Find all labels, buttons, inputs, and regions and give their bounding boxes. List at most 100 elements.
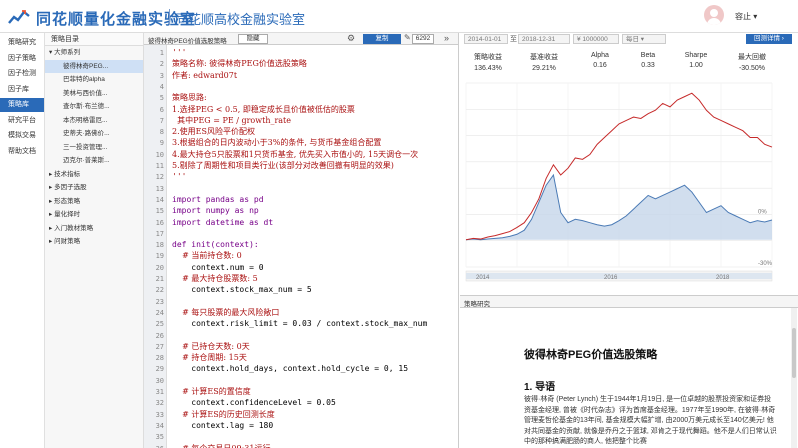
tree-item[interactable]: 彼得林奇PEG... <box>45 59 143 73</box>
x-tick-label: 2014 <box>476 275 490 281</box>
metric: 策略收益 136.43% <box>463 52 513 72</box>
expand-arrow-icon[interactable]: » <box>444 33 449 43</box>
tree-item[interactable]: ▸ 问财策略 <box>45 235 143 249</box>
scroll-thumb[interactable] <box>792 328 796 378</box>
metric-value: 136.43% <box>474 65 502 72</box>
nav-item[interactable]: 因子检测 <box>0 67 44 81</box>
backtest-detail-button[interactable]: 回测详情 › <box>746 34 792 44</box>
code-text: # 最大持仓股票数: 5 <box>172 274 258 283</box>
tree-item[interactable]: 巴菲特的alpha <box>45 73 143 87</box>
tree-item[interactable]: ▾ 大师系列 <box>45 46 143 60</box>
code-editor-panel: 彼得林奇PEG价值选股策略 隐藏 ⚙ 复制 ✎ 6292 » 1 ''' 2 策略名称… <box>144 33 459 448</box>
research-tabbar: 策略研究 <box>460 296 798 308</box>
nav-item[interactable]: 因子策略 <box>0 52 44 66</box>
tree-item[interactable]: 查尔斯·布兰德... <box>45 100 143 114</box>
code-text: import datetime as dt <box>172 217 274 227</box>
tab-research[interactable]: 策略研究 <box>464 298 490 308</box>
start-date-input[interactable]: 2014-01-01 <box>464 34 508 44</box>
code-text: 策略思路: <box>172 93 207 103</box>
metric: 最大回撤 -30.50% <box>727 52 777 72</box>
code-text: 2.使用ES风险平价配权 <box>172 127 255 137</box>
code-line: 6 1.选择PEG < 0.5, 即稳定成长且价值被低估的股票 <box>144 104 459 115</box>
code-line: 3 作者: edward07t <box>144 70 459 81</box>
metric-label: Alpha <box>591 52 609 59</box>
code-text: def init(context): <box>172 240 259 250</box>
hide-button[interactable]: 隐藏 <box>238 34 268 44</box>
nav-item[interactable]: 研究平台 <box>0 114 44 128</box>
code-text: context.hold_days, context.hold_cycle = … <box>172 364 409 374</box>
code-text: # 每个交易日09:31运行 <box>172 443 271 448</box>
code-text: # 已持仓天数: 0天 <box>172 341 250 351</box>
editor-toolbar: 彼得林奇PEG价值选股策略 隐藏 ⚙ 复制 ✎ 6292 » <box>144 33 458 45</box>
code-line: 23 <box>144 296 459 307</box>
metric-label: Beta <box>640 52 656 59</box>
code-line: 12 ''' <box>144 171 459 182</box>
tree-item[interactable]: ▸ 多因子选股 <box>45 181 143 195</box>
code-line: 22 context.stock_max_num = 5 <box>144 284 459 295</box>
strategy-tree: 策略目录 ▾ 大师系列 彼得林奇PEG... 巴菲特的alpha 美林与西价值... 查… <box>45 33 144 448</box>
tree-item[interactable]: ▸ 形态策略 <box>45 195 143 209</box>
code-line: 28 # 持仓周期: 15天 <box>144 352 459 363</box>
code-text: # 计算ES的置信度 <box>172 387 251 396</box>
code-line: 25 context.risk_limit = 0.03 / context.s… <box>144 318 459 329</box>
metric: Alpha 0.16 <box>575 52 625 69</box>
code-line: 13 <box>144 183 459 194</box>
nav-item[interactable]: 帮助文档 <box>0 145 44 159</box>
count-field[interactable]: 6292 <box>412 34 434 44</box>
tree-item[interactable]: ▸ 入门教材策略 <box>45 222 143 236</box>
code-area[interactable]: 1 ''' 2 策略名称: 彼得林奇PEG价值选股策略 3 作者: edward07t 4 5… <box>144 45 459 448</box>
tree-item[interactable]: 史蒂夫·路佛价... <box>45 127 143 141</box>
code-line: 7 其中PEG = PE / growth_rate <box>144 115 459 126</box>
tree-item[interactable]: 三一投资管理... <box>45 141 143 155</box>
nav-item[interactable]: 模拟交易 <box>0 129 44 143</box>
code-line: 9 3.根据组合的日内波动小于3%的条件, 与货币基金组合配置 <box>144 137 459 148</box>
tree-item[interactable]: 美林与西价值... <box>45 87 143 101</box>
code-line: 15 import numpy as np <box>144 205 459 216</box>
doc-scrollbar[interactable] <box>791 308 797 448</box>
tree-item[interactable]: ▸ 量化择时 <box>45 208 143 222</box>
metric: Beta 0.33 <box>623 52 673 69</box>
backtest-panel: 2014-01-01 至 2018-12-31 ¥ 1000000 每日 ▾ 回… <box>460 33 798 448</box>
code-line: 24 # 每只股票的最大风险敞口 <box>144 307 459 318</box>
nav-item[interactable]: 策略研究 <box>0 36 44 50</box>
capital-input[interactable]: ¥ 1000000 <box>573 34 619 44</box>
code-text: 其中PEG = PE / growth_rate <box>172 115 292 125</box>
nav-item[interactable]: 因子库 <box>0 83 44 97</box>
doc-section: 1. 导语 <box>524 382 556 393</box>
gear-icon[interactable]: ⚙ <box>347 33 355 44</box>
date-separator: 至 <box>510 36 517 43</box>
x-tick-label: 2018 <box>716 275 730 281</box>
code-text: context.confidenceLevel = 0.05 <box>172 398 336 408</box>
return-chart: 2014 2016 2018 0% -30% <box>460 77 798 296</box>
code-text: 作者: edward07t <box>172 70 238 80</box>
copy-button[interactable]: 复制 <box>363 34 401 44</box>
tree-item[interactable]: ▸ 技术指标 <box>45 168 143 182</box>
code-text: # 计算ES的历史回测长度 <box>172 409 275 419</box>
code-text: # 每只股票的最大风险敞口 <box>172 307 280 317</box>
code-line: 19 # 当前持仓数: 0 <box>144 250 459 261</box>
code-text: 3.根据组合的日内波动小于3%的条件, 与货币基金组合配置 <box>172 138 382 148</box>
frequency-select[interactable]: 每日 ▾ <box>622 34 666 44</box>
return-chart-svg: 2014 2016 2018 0% -30% <box>465 82 773 282</box>
pen-icon[interactable]: ✎ <box>404 33 411 42</box>
brand-divider <box>169 9 170 25</box>
user-menu[interactable]: 容止 ▾ <box>735 11 757 22</box>
code-line: 20 context.num = 0 <box>144 262 459 273</box>
metric-label: Sharpe <box>684 52 708 59</box>
metric: Sharpe 1.00 <box>671 52 721 69</box>
code-line: 27 # 已持仓天数: 0天 <box>144 341 459 352</box>
nav-item[interactable]: 策略库 <box>0 98 44 112</box>
code-line: 31 # 计算ES的置信度 <box>144 386 459 397</box>
code-line: 14 import pandas as pd <box>144 194 459 205</box>
editor-tab-title[interactable]: 彼得林奇PEG价值选股策略 <box>148 35 227 45</box>
code-text: context.lag = 180 <box>172 420 274 430</box>
avatar[interactable] <box>704 5 724 25</box>
end-date-input[interactable]: 2018-12-31 <box>518 34 570 44</box>
tree-item[interactable]: 本杰明格雷厄... <box>45 114 143 128</box>
code-line: 10 4.最大持仓5只股票和1只货币基金, 优先买入市值小的, 15天调仓一次 <box>144 149 459 160</box>
tree-item[interactable]: 迈克尔·普莱斯... <box>45 154 143 168</box>
metric-value: 0.33 <box>641 62 655 69</box>
line-number: 36 <box>144 444 164 448</box>
code-line: 32 context.confidenceLevel = 0.05 <box>144 397 459 408</box>
backtest-result: 2014-01-01 至 2018-12-31 ¥ 1000000 每日 ▾ 回… <box>460 33 798 296</box>
